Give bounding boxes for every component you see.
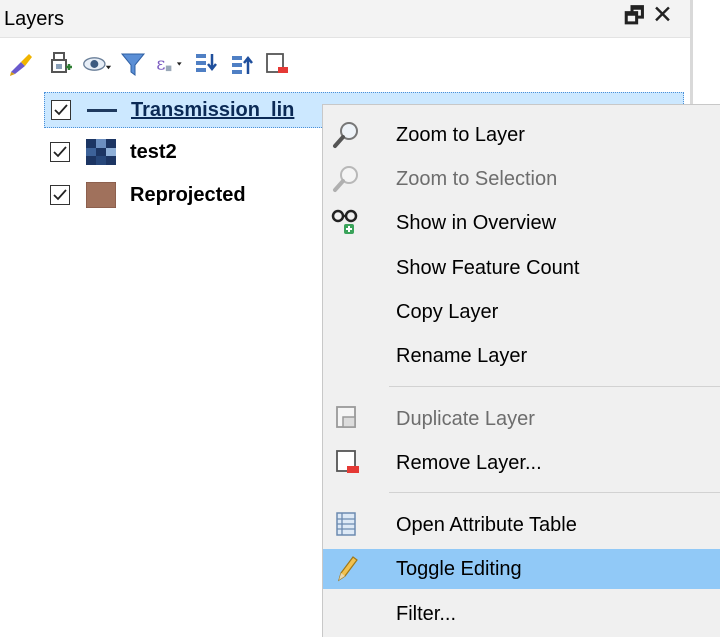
zoom-icon	[329, 163, 363, 195]
panel-title: Layers	[4, 8, 65, 30]
duplicate-icon	[329, 403, 363, 435]
layer-context-menu: Zoom to Layer Zoom to Selection Show in …	[322, 104, 720, 637]
menu-item-zoom-to-layer[interactable]: Zoom to Layer	[323, 115, 720, 155]
menu-item-label: Zoom to Selection	[396, 168, 558, 190]
menu-item-label: Remove Layer...	[396, 452, 542, 474]
layer-visibility-checkbox[interactable]	[50, 185, 70, 205]
add-group-icon[interactable]	[46, 44, 76, 84]
overview-icon	[329, 207, 363, 239]
menu-item-copy-layer[interactable]: Copy Layer	[323, 292, 720, 332]
zoom-icon	[329, 119, 363, 151]
panel-titlebar: Layers 🗗 ✕	[0, 0, 690, 38]
menu-item-show-feature-count[interactable]: Show Feature Count	[323, 248, 720, 288]
menu-item-label: Filter...	[396, 603, 457, 625]
raster-symbol-icon	[86, 139, 116, 165]
manage-visibility-icon[interactable]	[82, 44, 112, 84]
menu-item-label: Copy Layer	[396, 301, 499, 323]
layer-visibility-checkbox[interactable]	[51, 100, 71, 120]
svg-text:ε: ε	[156, 55, 165, 75]
filter-legend-icon[interactable]	[118, 44, 148, 84]
menu-item-label: Rename Layer	[396, 345, 528, 367]
menu-item-rename-layer[interactable]: Rename Layer	[323, 336, 720, 376]
line-symbol-icon	[87, 97, 117, 123]
menu-item-open-attribute-table[interactable]: Open Attribute Table	[323, 505, 720, 545]
menu-item-filter[interactable]: Filter...	[323, 594, 720, 634]
pencil-icon	[329, 553, 363, 585]
layer-name: Transmission_lin	[131, 99, 295, 121]
remove-layer-icon	[329, 447, 363, 479]
menu-item-remove-layer[interactable]: Remove Layer...	[323, 443, 720, 483]
filter-expression-icon[interactable]: ε	[154, 44, 184, 84]
polygon-fill-symbol-icon	[85, 181, 117, 209]
layer-name: test2	[130, 141, 177, 163]
menu-item-toggle-editing[interactable]: Toggle Editing	[323, 549, 720, 589]
menu-item-label: Toggle Editing	[396, 558, 522, 580]
menu-item-duplicate-layer[interactable]: Duplicate Layer	[323, 399, 720, 439]
layers-toolbar: ε	[0, 44, 690, 86]
menu-separator	[389, 386, 720, 387]
attribute-table-icon	[329, 509, 363, 541]
close-panel-icon[interactable]: ✕	[652, 1, 673, 29]
menu-item-zoom-to-selection[interactable]: Zoom to Selection	[323, 159, 720, 199]
float-panel-icon[interactable]: 🗗	[624, 2, 645, 30]
menu-separator	[389, 492, 720, 493]
menu-item-label: Duplicate Layer	[396, 408, 535, 430]
menu-item-label: Show in Overview	[396, 212, 557, 234]
menu-item-label: Zoom to Layer	[396, 124, 525, 146]
menu-item-show-in-overview[interactable]: Show in Overview	[323, 203, 720, 243]
remove-layer-icon[interactable]	[262, 44, 292, 84]
collapse-all-icon[interactable]	[228, 44, 258, 84]
expand-all-icon[interactable]	[192, 44, 222, 84]
layer-visibility-checkbox[interactable]	[50, 142, 70, 162]
style-manager-icon[interactable]	[6, 44, 36, 84]
menu-item-label: Show Feature Count	[396, 257, 580, 279]
layer-name: Reprojected	[130, 184, 246, 206]
menu-item-label: Open Attribute Table	[396, 514, 577, 536]
